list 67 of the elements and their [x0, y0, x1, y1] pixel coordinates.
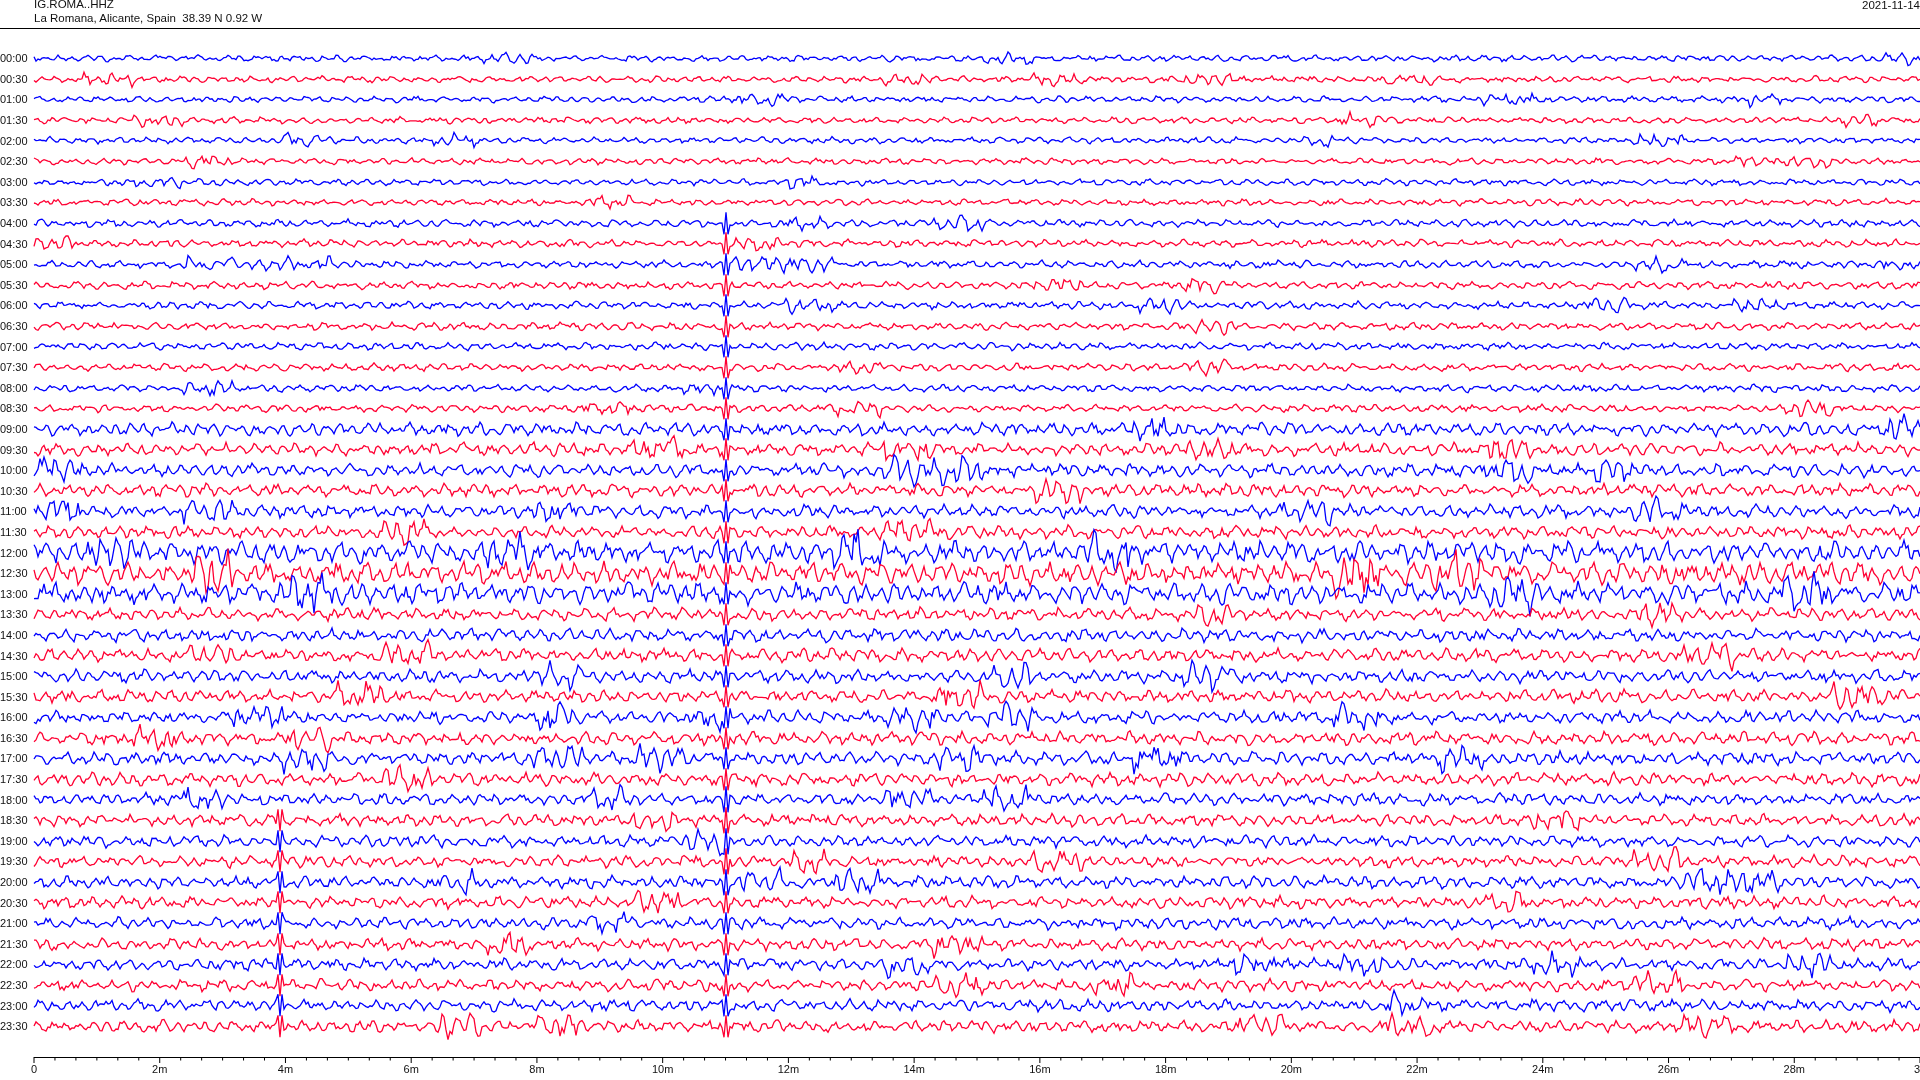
time-label: 06:30 — [0, 320, 29, 332]
axis-label: 2m — [152, 1062, 168, 1075]
time-label: 05:00 — [0, 258, 29, 271]
time-label: 16:00 — [0, 711, 29, 724]
station-code: IG.ROMA..HHZ — [34, 0, 115, 11]
time-label: 00:30 — [0, 72, 29, 85]
time-label: 15:00 — [0, 670, 29, 683]
time-label: 07:00 — [0, 340, 29, 353]
time-label: 20:30 — [0, 896, 29, 909]
time-label: 02:00 — [0, 134, 29, 147]
axis-label: 18m — [1154, 1062, 1177, 1075]
time-label: 08:30 — [0, 402, 29, 415]
time-label: 14:30 — [0, 649, 29, 662]
axis-label: 22m — [1406, 1062, 1428, 1075]
time-label: 15:30 — [0, 690, 29, 703]
time-label: 09:00 — [0, 423, 29, 435]
time-label: 21:00 — [0, 917, 29, 930]
time-label: 20:00 — [0, 876, 29, 889]
time-label: 13:00 — [0, 587, 29, 600]
time-label: 23:00 — [0, 999, 29, 1012]
time-label: 16:30 — [0, 731, 29, 744]
time-label: 14:00 — [0, 628, 29, 641]
time-label: 00:00 — [0, 52, 29, 65]
time-label: 22:00 — [0, 958, 29, 971]
axis-label: 6m — [403, 1062, 419, 1075]
axis-label: 26m — [1657, 1062, 1680, 1075]
time-label: 10:30 — [0, 484, 29, 497]
time-label: 03:30 — [0, 196, 29, 209]
time-label: 07:30 — [0, 361, 29, 374]
time-label: 21:30 — [0, 937, 29, 950]
time-label: 19:00 — [0, 834, 29, 847]
time-label: 03:00 — [0, 175, 29, 188]
axis-label: 0 — [30, 1062, 38, 1075]
axis-label: 8m — [529, 1062, 545, 1075]
time-label: 05:30 — [0, 278, 29, 291]
time-label: 02:30 — [0, 155, 29, 168]
time-label: 01:00 — [0, 93, 29, 106]
axis-label: 10m — [651, 1062, 674, 1075]
time-label: 08:00 — [0, 381, 29, 394]
axis-label: 3 — [1914, 1062, 1920, 1075]
axis-label: 4m — [277, 1062, 294, 1075]
time-label: 17:30 — [0, 773, 29, 786]
time-label: 11:30 — [0, 525, 28, 538]
time-label: 04:30 — [0, 237, 29, 250]
axis-label: 14m — [903, 1062, 925, 1075]
station-location: La Romana, Alicante, Spain 38.39 N 0.92 W — [34, 11, 263, 25]
time-label: 10:00 — [0, 464, 29, 477]
time-label: 09:30 — [0, 443, 29, 456]
time-label: 19:30 — [0, 855, 29, 868]
axis-label: 12m — [777, 1062, 800, 1075]
time-label: 06:00 — [0, 299, 29, 312]
record-date: 2021-11-14 — [1862, 0, 1920, 11]
time-label: 12:30 — [0, 567, 29, 580]
time-label: 23:30 — [0, 1020, 29, 1033]
time-label: 01:30 — [0, 114, 29, 127]
time-label: 18:30 — [0, 814, 29, 827]
axis-label: 28m — [1783, 1062, 1805, 1075]
axis-label: 16m — [1029, 1062, 1051, 1075]
time-label: 22:30 — [0, 979, 29, 991]
time-label: 12:00 — [0, 546, 29, 559]
time-label: 17:00 — [0, 752, 29, 765]
time-label: 13:30 — [0, 608, 29, 621]
axis-label: 20m — [1280, 1062, 1303, 1075]
time-label: 04:00 — [0, 217, 29, 230]
time-label: 18:00 — [0, 793, 29, 806]
time-label: 11:00 — [0, 505, 28, 518]
axis-label: 24m — [1532, 1062, 1554, 1075]
